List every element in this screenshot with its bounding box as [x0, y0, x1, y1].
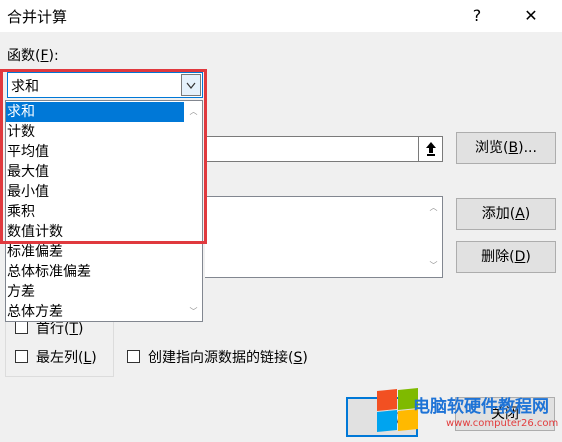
chevron-down-icon[interactable] — [181, 74, 201, 96]
dropdown-option[interactable]: 平均值 — [6, 142, 184, 162]
left-column-label: 最左列(L) — [36, 350, 97, 366]
function-combobox[interactable]: 求和 — [7, 72, 203, 98]
references-scrollbar[interactable]: ︿ ﹀ — [425, 197, 442, 277]
reference-input[interactable] — [205, 136, 443, 162]
scroll-down-icon[interactable]: ﹀ — [425, 257, 442, 274]
first-row-checkbox[interactable] — [15, 321, 28, 334]
add-button[interactable]: 添加(A) — [456, 198, 556, 230]
browse-button[interactable]: 浏览(B)... — [456, 132, 556, 164]
delete-button[interactable]: 删除(D) — [456, 241, 556, 273]
close-window-button[interactable]: ✕ — [516, 3, 546, 29]
dropdown-scrollbar[interactable]: ︿ ﹀ — [185, 101, 202, 321]
function-dropdown-list[interactable]: 求和 计数 平均值 最大值 最小值 乘积 数值计数 标准偏差 总体标准偏差 方差… — [5, 100, 203, 322]
function-selected-value: 求和 — [11, 79, 39, 95]
window-title: 合并计算 — [7, 8, 68, 26]
dropdown-option[interactable]: 最大值 — [6, 162, 184, 182]
left-column-checkbox[interactable] — [15, 350, 28, 363]
scroll-down-icon[interactable]: ﹀ — [185, 303, 202, 320]
dropdown-option[interactable]: 求和 — [6, 102, 184, 122]
scroll-up-icon[interactable]: ︿ — [185, 103, 202, 120]
dropdown-option[interactable]: 最小值 — [6, 182, 184, 202]
watermark-title: 电脑软硬件教程网 — [413, 397, 549, 417]
create-link-checkbox[interactable] — [127, 350, 140, 363]
dropdown-option[interactable]: 标准偏差 — [6, 242, 184, 262]
all-references-list[interactable]: ︿ ﹀ — [205, 196, 443, 278]
upload-arrow-icon[interactable] — [418, 136, 443, 162]
dropdown-option[interactable]: 数值计数 — [6, 222, 184, 242]
watermark-url: www.computer26.com — [446, 418, 559, 429]
dropdown-option[interactable]: 计数 — [6, 122, 184, 142]
function-label: 函数(F): — [7, 48, 59, 64]
dropdown-option[interactable]: 总体方差 — [6, 302, 184, 322]
dropdown-option[interactable]: 方差 — [6, 282, 184, 302]
dropdown-option[interactable]: 乘积 — [6, 202, 184, 222]
help-button[interactable]: ? — [464, 3, 490, 29]
dropdown-option[interactable]: 总体标准偏差 — [6, 262, 184, 282]
create-link-label: 创建指向源数据的链接(S) — [148, 350, 308, 366]
scroll-up-icon[interactable]: ︿ — [425, 199, 442, 216]
